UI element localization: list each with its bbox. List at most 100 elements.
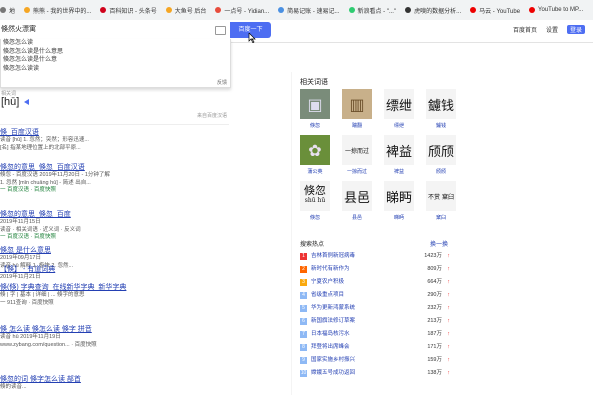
related-word-caption[interactable]: 窠臼 — [426, 214, 456, 221]
bookmark-favicon-icon — [348, 7, 355, 13]
pinyin-text: [hū] — [1, 96, 20, 108]
change-batch-button[interactable]: 换一换 — [430, 239, 448, 248]
hot-item-title[interactable]: 国家实施乡村振兴 — [311, 354, 355, 367]
related-word-caption[interactable]: 倏忽 — [300, 122, 330, 129]
hot-item[interactable]: 1 吉林首例新冠病毒 1423万 ↑ — [300, 250, 450, 263]
bookmark-item[interactable]: 马云 - YouTube — [470, 6, 520, 15]
related-word-item[interactable]: ✿ 蒲公英 — [300, 135, 330, 175]
search-result: 倏(倏) 字典查询_在线新华字典_新华字典倏 | 字 | 基本 | 详细 | .… — [0, 283, 232, 307]
related-word-item[interactable]: 县邑 县邑 — [342, 181, 372, 221]
suggestion-item[interactable]: 倏忽怎么读 — [1, 39, 230, 48]
hot-item[interactable]: 5 华为更新鸿蒙系统 232万 ↑ — [300, 302, 450, 315]
pinyin-panel: 相关词 [hū] 来自百度汉语 — [0, 88, 229, 125]
related-word-caption[interactable]: 裨益 — [384, 168, 414, 175]
hot-item[interactable]: 10 嫦娥五号成功返回 138万 ↑ — [300, 367, 450, 380]
related-word-item[interactable]: 鑢钱 鑢钱 — [426, 89, 456, 129]
bookmarks-bar: 地 熊熊 - 我的世界中的... 百科知识 - 头条号 大鱼号 后台 一点号 - Yid… — [0, 0, 593, 21]
related-word-item[interactable]: ▥ 踹翻 — [342, 89, 372, 129]
related-word-caption[interactable]: 缥绁 — [384, 122, 414, 129]
related-word-image: 缥绁 — [384, 89, 414, 119]
result-title-link[interactable]: 倏_百度汉语 — [0, 128, 232, 137]
related-word-item[interactable]: 不赏 窠臼 窠臼 — [426, 181, 456, 221]
related-word-item[interactable]: 裨益 裨益 — [384, 135, 414, 175]
related-word-caption[interactable]: 倏忽 — [300, 214, 330, 221]
related-word-item[interactable]: 缥绁 缥绁 — [384, 89, 414, 129]
camera-icon[interactable] — [215, 26, 226, 35]
result-title-link[interactable]: 倏忽的意思_倏忽_百度 — [0, 210, 232, 219]
bookmark-favicon-icon — [470, 7, 477, 13]
bookmark-item[interactable]: 新浪看点 - "..." — [348, 6, 396, 15]
related-word-caption[interactable]: 蒲公英 — [300, 168, 330, 175]
bookmark-favicon-icon — [405, 7, 412, 13]
divider — [291, 72, 292, 395]
result-title-link[interactable]: 倏忽的词 倏字怎么读 部首 — [0, 375, 232, 384]
result-title-link[interactable]: 【倏】 - 有道词典 — [0, 265, 232, 274]
suggestion-item[interactable]: 倏忽怎么读读 — [1, 65, 230, 74]
related-word-image: 一掠而过 — [342, 135, 372, 165]
related-word-item[interactable]: 颀颀 颀颀 — [426, 135, 456, 175]
settings-link[interactable]: 设置 — [546, 25, 558, 34]
hot-list: 1 吉林首例新冠病毒 1423万 ↑ 2 新时代有新作为 809万 ↑ 3 宁夏农户积极 664万 ↑… — [300, 250, 450, 380]
bookmark-item[interactable]: 地 — [0, 6, 15, 15]
related-word-item[interactable]: 一掠而过 一掠而过 — [342, 135, 372, 175]
hot-item-title[interactable]: 宁夏农户积极 — [311, 276, 344, 289]
bookmark-label: 地 — [9, 8, 16, 15]
trend-up-icon: ↑ — [447, 305, 450, 311]
bookmark-item[interactable]: 虎嗅的数据分析... — [405, 6, 461, 15]
hot-item[interactable]: 9 国家实施乡村振兴 159万 ↑ — [300, 354, 450, 367]
related-word-item[interactable]: 睇眄 睇眄 — [384, 181, 414, 221]
hot-item-count: 809万 — [427, 266, 442, 272]
result-meta: 读音 hū 2019年11月19日 — [0, 334, 61, 340]
bookmark-item[interactable]: 大鱼号 后台 — [165, 6, 206, 15]
result-title-link[interactable]: 倏忽 是什么意思 — [0, 246, 232, 255]
bookmark-item[interactable]: 熊熊 - 我的世界中的... — [24, 6, 91, 15]
hot-item-title[interactable]: 拜登将出席峰会 — [311, 341, 350, 354]
related-word-image: 不赏 窠臼 — [426, 181, 456, 211]
hot-item[interactable]: 4 省级重点项目 290万 ↑ — [300, 289, 450, 302]
related-word-caption[interactable]: 一掠而过 — [342, 168, 372, 175]
hot-item-title[interactable]: 新时代有新作为 — [311, 263, 350, 276]
hot-item-title[interactable]: 新国旗法修订草案 — [311, 315, 355, 328]
hot-item-title[interactable]: 日本福岛核污水 — [311, 328, 350, 341]
home-link[interactable]: 百度首页 — [513, 25, 537, 34]
login-button[interactable]: 登录 — [566, 25, 585, 34]
bookmark-item[interactable]: 一点号 - Yidian... — [215, 6, 269, 15]
result-title-link[interactable]: 倏忽的意思_倏忽_百度汉语 — [0, 163, 232, 172]
speaker-icon[interactable] — [24, 99, 29, 105]
bookmark-item[interactable]: 百科知识 - 头条号 — [100, 6, 157, 15]
hot-item-title[interactable]: 嫦娥五号成功返回 — [311, 367, 355, 380]
result-meta: 读音 [hū] 1. 忽然；突然；形容迅速... — [0, 137, 89, 143]
result-source[interactable]: 一 百度汉语 · 百度快照 — [0, 234, 232, 242]
hot-rank-badge: 7 — [300, 331, 307, 338]
hot-rank-badge: 4 — [300, 292, 307, 299]
hot-item[interactable]: 2 新时代有新作为 809万 ↑ — [300, 263, 450, 276]
search-result: 倏_百度汉语 读音 [hū] 1. 忽然；突然；形容迅速... [名] 指某地理位置… — [0, 128, 232, 152]
hot-item[interactable]: 3 宁夏农户积极 664万 ↑ — [300, 276, 450, 289]
hot-item-title[interactable]: 华为更新鸿蒙系统 — [311, 302, 355, 315]
hot-item[interactable]: 6 新国旗法修订草案 213万 ↑ — [300, 315, 450, 328]
suggestion-item[interactable]: 倏忽怎么读是什么意思 — [1, 48, 230, 57]
result-snippet: www.zybang.com/question... · 百度快照 — [0, 341, 97, 348]
bookmark-label: 虎嗅的数据分析... — [414, 8, 462, 15]
related-word-caption[interactable]: 鑢钱 — [426, 122, 456, 129]
source-link[interactable]: 来自百度汉语 — [197, 112, 227, 119]
related-word-item[interactable]: 倏忽 shū hū 倏忽 — [300, 181, 330, 221]
related-word-caption[interactable]: 睇眄 — [384, 214, 414, 221]
hot-item-title[interactable]: 吉林首例新冠病毒 — [311, 250, 355, 263]
suggestion-item[interactable]: 倏忽怎么读是什么意 — [1, 56, 230, 65]
search-input[interactable]: 倏然火漂寓 — [0, 22, 229, 38]
result-title-link[interactable]: 倏(倏) 字典查询_在线新华字典_新华字典 — [0, 283, 232, 292]
related-word-item[interactable]: ▣ 倏忽 — [300, 89, 330, 129]
result-source[interactable]: 一 百度汉语 · 百度快照 — [0, 187, 232, 195]
hot-item[interactable]: 7 日本福岛核污水 187万 ↑ — [300, 328, 450, 341]
result-title-link[interactable]: 倏 怎么读 倏怎么读 倏字 拼音 — [0, 325, 232, 334]
bookmark-item[interactable]: YouTube to MP... — [529, 7, 583, 13]
result-meta: 2019年11月15日 — [0, 219, 41, 225]
related-word-caption[interactable]: 踹翻 — [342, 122, 372, 129]
feedback-link[interactable]: 反馈 — [217, 79, 227, 86]
hot-item-title[interactable]: 省级重点项目 — [311, 289, 344, 302]
bookmark-item[interactable]: 简易记账 - 速易记... — [278, 6, 340, 15]
related-word-caption[interactable]: 县邑 — [342, 214, 372, 221]
hot-item[interactable]: 8 拜登将出席峰会 171万 ↑ — [300, 341, 450, 354]
related-word-caption[interactable]: 颀颀 — [426, 168, 456, 175]
